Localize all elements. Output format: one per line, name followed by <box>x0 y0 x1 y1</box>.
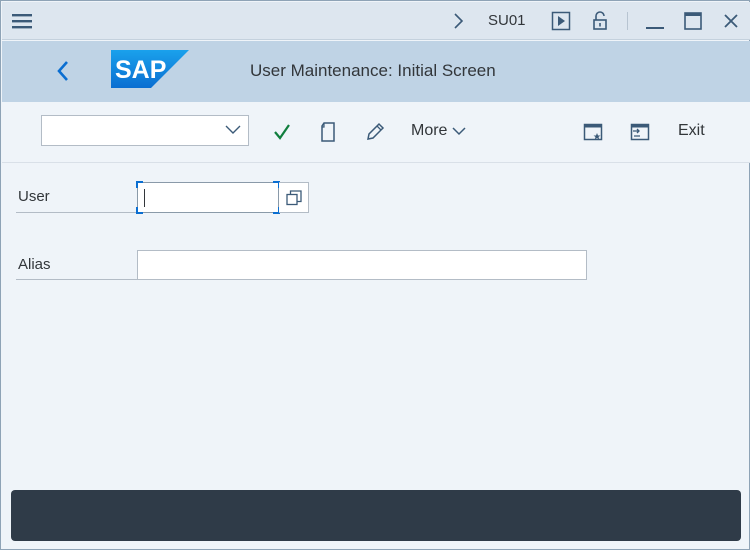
more-button[interactable]: More <box>411 122 467 140</box>
titlebar-separator <box>626 2 628 40</box>
close-icon[interactable] <box>720 2 742 40</box>
back-arrow-icon <box>57 61 68 81</box>
more-label: More <box>411 122 448 139</box>
create-icon[interactable] <box>318 120 338 144</box>
new-window-icon[interactable] <box>582 120 604 144</box>
more-chevron-icon <box>452 127 466 136</box>
focus-corner-bl <box>136 207 143 214</box>
exit-button[interactable]: Exit <box>678 122 705 140</box>
shell-header: SAP User Maintenance: Initial Screen <box>2 41 750 102</box>
unlock-icon[interactable] <box>590 2 610 40</box>
command-combo[interactable] <box>41 115 249 146</box>
chevron-down-icon[interactable] <box>224 124 242 136</box>
text-cursor <box>144 189 145 207</box>
edit-icon[interactable] <box>364 120 386 144</box>
sap-logo: SAP <box>111 50 189 88</box>
play-icon[interactable] <box>550 2 572 40</box>
user-input[interactable] <box>136 181 280 214</box>
alias-input[interactable] <box>137 250 587 280</box>
value-help-icon <box>285 189 302 205</box>
status-bar <box>11 490 741 541</box>
switch-window-icon[interactable] <box>629 120 651 144</box>
window-frame: SU01 SAP User Maintenance: Initial Scree… <box>0 0 750 550</box>
page-title: User Maintenance: Initial Screen <box>250 61 496 80</box>
user-label: User <box>16 188 137 213</box>
transaction-code: SU01 <box>488 12 526 29</box>
hamburger-menu-icon[interactable] <box>10 2 34 40</box>
value-help-button[interactable] <box>279 182 309 213</box>
back-button[interactable] <box>48 55 78 87</box>
logo-text: SAP <box>115 56 166 84</box>
focus-corner-tl <box>136 181 143 188</box>
alias-label: Alias <box>16 256 137 280</box>
check-icon[interactable] <box>272 120 292 144</box>
title-bar: SU01 <box>2 2 750 40</box>
minimize-icon[interactable] <box>644 2 666 40</box>
maximize-icon[interactable] <box>682 2 704 40</box>
chevron-right-icon[interactable] <box>449 2 467 40</box>
application-toolbar: More Exit <box>2 102 750 163</box>
